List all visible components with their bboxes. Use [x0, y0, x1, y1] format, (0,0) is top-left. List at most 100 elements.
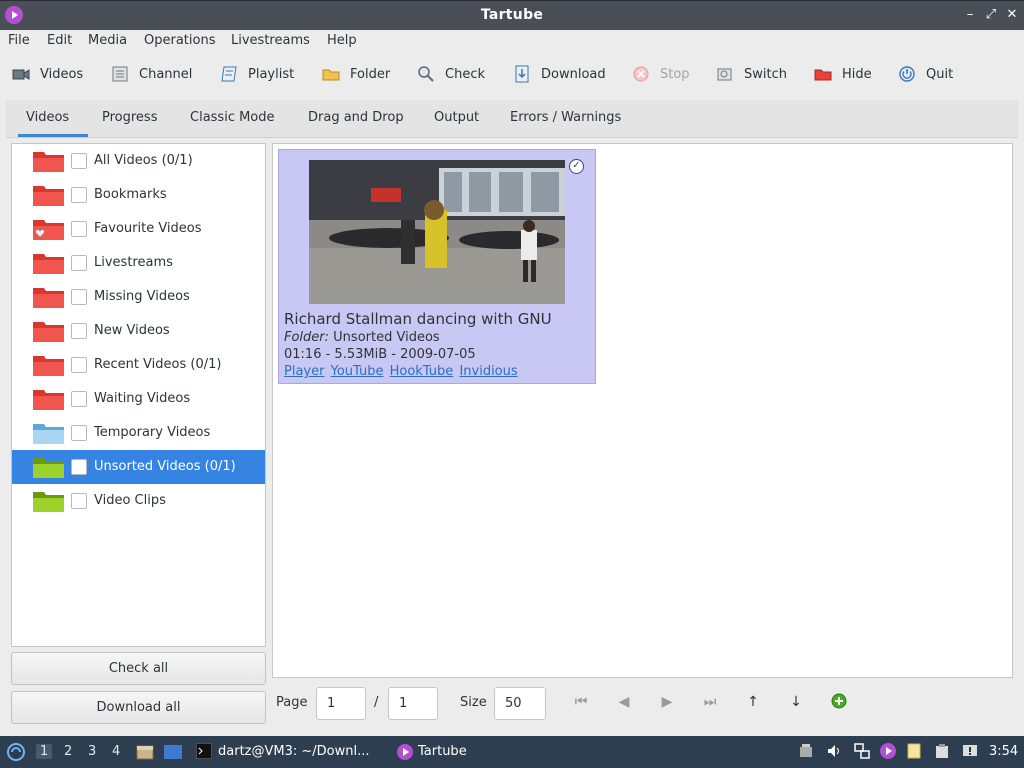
- folder-item-bookmarks[interactable]: Bookmarks: [12, 178, 265, 212]
- folder-checkbox[interactable]: [71, 323, 87, 339]
- page-input[interactable]: 1: [316, 687, 366, 720]
- check-button-label: Check: [445, 66, 485, 82]
- stop-button[interactable]: Stop: [632, 64, 690, 84]
- desktop-icon[interactable]: [163, 743, 183, 761]
- folder-checkbox[interactable]: [71, 493, 87, 509]
- folder-item-unsorted-videos[interactable]: Unsorted Videos (0/1): [12, 450, 265, 484]
- menu-operations[interactable]: Operations: [144, 33, 215, 48]
- folder-item-video-clips[interactable]: Video Clips: [12, 484, 265, 518]
- clipboard-icon[interactable]: [934, 743, 950, 759]
- folder-checkbox[interactable]: [71, 153, 87, 169]
- notification-icon[interactable]: [962, 743, 978, 759]
- folder-checkbox[interactable]: [71, 425, 87, 441]
- folder-item-new-videos[interactable]: New Videos: [12, 314, 265, 348]
- folder-item-favourite-videos[interactable]: Favourite Videos: [12, 212, 265, 246]
- last-page-icon[interactable]: ⏭: [701, 693, 719, 711]
- tab-drag-and-drop[interactable]: Drag and Drop: [308, 110, 404, 125]
- folder-label: All Videos (0/1): [94, 153, 193, 168]
- tab-progress[interactable]: Progress: [102, 110, 157, 125]
- channel-button[interactable]: Channel: [111, 64, 192, 84]
- folder-checkbox[interactable]: [71, 221, 87, 237]
- folder-checkbox[interactable]: [71, 255, 87, 271]
- menu-livestreams[interactable]: Livestreams: [231, 33, 310, 48]
- check-button[interactable]: Check: [417, 64, 485, 84]
- folder-item-waiting-videos[interactable]: Waiting Videos: [12, 382, 265, 416]
- video-card[interactable]: ✓ Richard Stallman dancing with GNU Fold…: [278, 149, 596, 384]
- download-all-button[interactable]: Download all: [11, 691, 266, 724]
- hide-button-label: Hide: [842, 66, 872, 82]
- storage-icon[interactable]: [798, 743, 814, 759]
- menu-edit[interactable]: Edit: [47, 33, 72, 48]
- workspace-1[interactable]: 1: [36, 744, 53, 759]
- add-icon[interactable]: [830, 693, 848, 711]
- video-folder-value: Unsorted Videos: [333, 330, 440, 345]
- download-icon: [513, 65, 531, 83]
- playlist-icon: [220, 65, 238, 83]
- check-all-button[interactable]: Check all: [11, 652, 266, 685]
- page-size-input[interactable]: 50: [494, 687, 546, 720]
- workspace-2[interactable]: 2: [64, 744, 72, 759]
- folder-label: Video Clips: [94, 493, 166, 508]
- next-page-icon[interactable]: ▶: [658, 693, 676, 711]
- folder-item-missing-videos[interactable]: Missing Videos: [12, 280, 265, 314]
- notes-icon[interactable]: [906, 743, 922, 759]
- workspace-3[interactable]: 3: [88, 744, 96, 759]
- taskbar-tartube-window[interactable]: Tartube: [418, 744, 467, 759]
- folder-label: Bookmarks: [94, 187, 167, 202]
- maximize-icon[interactable]: ⤢: [983, 7, 999, 23]
- scroll-up-icon[interactable]: ↑: [744, 693, 762, 711]
- folder-item-livestreams[interactable]: Livestreams: [12, 246, 265, 280]
- video-links: Player YouTube HookTube Invidious: [284, 364, 520, 379]
- tab-videos[interactable]: Videos: [26, 110, 69, 125]
- switch-button-label: Switch: [744, 66, 787, 82]
- player-link[interactable]: Player: [284, 364, 324, 379]
- previous-page-icon[interactable]: ◀: [615, 693, 633, 711]
- pagination-bar: Page 1 / 1 Size 50 ⏮ ◀ ▶ ⏭ ↑ ↓: [272, 681, 1013, 723]
- download-button[interactable]: Download: [513, 64, 606, 84]
- tab-errors-warnings[interactable]: Errors / Warnings: [510, 110, 621, 125]
- folder-checkbox[interactable]: [71, 357, 87, 373]
- minimize-icon[interactable]: –: [962, 7, 978, 23]
- size-label: Size: [460, 695, 487, 710]
- hide-button[interactable]: Hide: [814, 64, 872, 84]
- close-icon[interactable]: ✕: [1004, 7, 1020, 23]
- scroll-down-icon[interactable]: ↓: [787, 693, 805, 711]
- videos-icon: [12, 65, 30, 83]
- hooktube-link[interactable]: HookTube: [390, 364, 454, 379]
- first-page-icon[interactable]: ⏮: [572, 693, 590, 711]
- folder-item-all-videos[interactable]: All Videos (0/1): [12, 144, 265, 178]
- channel-icon: [111, 65, 129, 83]
- folder-checkbox[interactable]: [71, 459, 87, 475]
- tab-classic-mode[interactable]: Classic Mode: [190, 110, 275, 125]
- tab-output[interactable]: Output: [434, 110, 479, 125]
- quit-button-label: Quit: [926, 66, 954, 82]
- tartube-tray-icon[interactable]: [880, 743, 896, 759]
- playlist-button[interactable]: Playlist: [220, 64, 294, 84]
- menu-media[interactable]: Media: [88, 33, 127, 48]
- folder-red-icon: [33, 152, 64, 172]
- videos-button[interactable]: Videos: [12, 64, 83, 84]
- youtube-link[interactable]: YouTube: [331, 364, 384, 379]
- download-button-label: Download: [541, 66, 606, 82]
- taskbar-terminal-window[interactable]: dartz@VM3: ~/Downl...: [218, 744, 370, 759]
- workspace-4[interactable]: 4: [112, 744, 120, 759]
- volume-icon[interactable]: [826, 743, 842, 759]
- folder-label: Livestreams: [94, 255, 173, 270]
- folder-checkbox[interactable]: [71, 187, 87, 203]
- switch-button[interactable]: Switch: [716, 64, 787, 84]
- folder-item-temporary-videos[interactable]: Temporary Videos: [12, 416, 265, 450]
- folder-blue-icon: [33, 424, 64, 444]
- quit-button[interactable]: Quit: [898, 64, 953, 84]
- folder-button[interactable]: Folder: [322, 64, 390, 84]
- checkmark-icon: ✓: [569, 159, 584, 174]
- network-icon[interactable]: [854, 743, 870, 759]
- video-thumbnail[interactable]: [309, 160, 565, 304]
- folder-item-recent-videos[interactable]: Recent Videos (0/1): [12, 348, 265, 382]
- start-menu-icon[interactable]: [6, 742, 26, 762]
- menu-help[interactable]: Help: [327, 33, 357, 48]
- folder-checkbox[interactable]: [71, 289, 87, 305]
- folder-checkbox[interactable]: [71, 391, 87, 407]
- file-manager-icon[interactable]: [136, 743, 154, 761]
- invidious-link[interactable]: Invidious: [459, 364, 517, 379]
- menu-file[interactable]: File: [8, 33, 30, 48]
